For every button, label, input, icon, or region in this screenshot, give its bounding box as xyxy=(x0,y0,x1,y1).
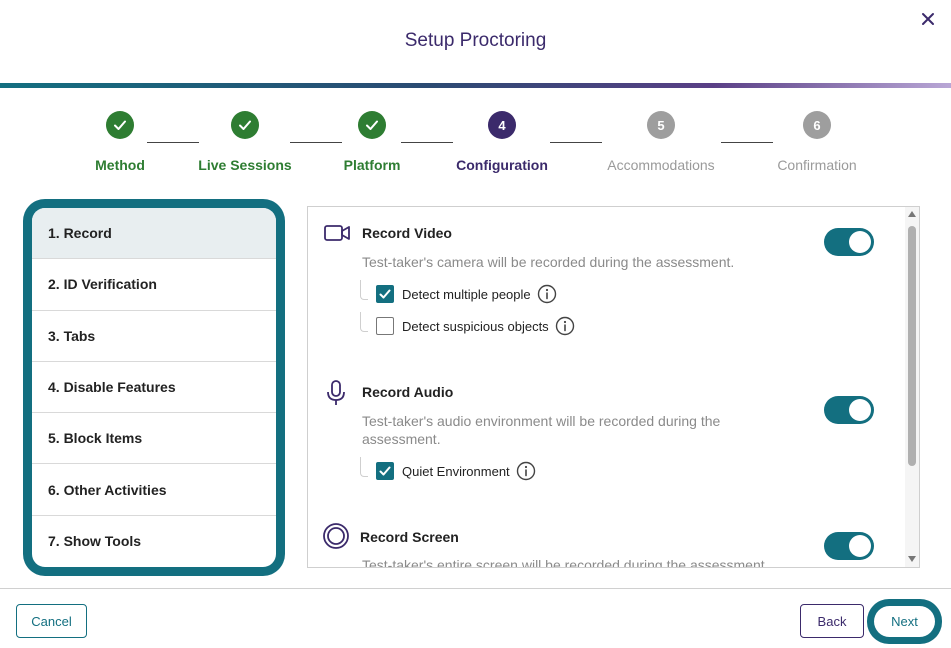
sidebar-item-disable-features[interactable]: 4. Disable Features xyxy=(32,362,276,414)
sidebar-list: 1. Record 2. ID Verification 3. Tabs 4. … xyxy=(32,208,276,567)
record-video-description: Test-taker's camera will be recorded dur… xyxy=(362,254,735,270)
detect-suspicious-objects-option: Detect suspicious objects xyxy=(376,316,575,336)
step-label-method: Method xyxy=(95,157,145,173)
scroll-up-arrow[interactable] xyxy=(908,211,916,217)
sidebar-item-id-verification[interactable]: 2. ID Verification xyxy=(32,259,276,311)
record-screen-title: Record Screen xyxy=(360,529,459,545)
step-connector xyxy=(401,142,453,143)
sidebar-item-tabs[interactable]: 3. Tabs xyxy=(32,311,276,362)
quiet-environment-checkbox[interactable] xyxy=(376,462,394,480)
sidebar: 1. Record 2. ID Verification 3. Tabs 4. … xyxy=(23,199,285,576)
check-icon xyxy=(366,120,378,130)
step-4-indicator: 4 xyxy=(488,111,516,139)
step-label-configuration: Configuration xyxy=(456,157,548,173)
info-icon[interactable] xyxy=(516,461,536,481)
cancel-button[interactable]: Cancel xyxy=(16,604,87,638)
detect-multiple-people-label: Detect multiple people xyxy=(402,286,531,302)
detect-multiple-people-option: Detect multiple people xyxy=(376,284,557,304)
step-3-indicator xyxy=(358,111,386,139)
record-audio-title: Record Audio xyxy=(362,384,454,400)
scroll-thumb[interactable] xyxy=(908,226,916,466)
record-video-title: Record Video xyxy=(362,225,452,241)
microphone-icon xyxy=(322,379,350,407)
check-icon xyxy=(379,289,391,299)
option-bracket xyxy=(360,312,368,332)
footer-divider xyxy=(0,588,951,589)
step-label-confirmation: Confirmation xyxy=(777,157,857,173)
step-5-indicator: 5 xyxy=(647,111,675,139)
close-icon xyxy=(922,13,934,25)
record-screen-toggle[interactable] xyxy=(824,532,874,560)
option-bracket xyxy=(360,280,368,300)
info-icon[interactable] xyxy=(537,284,557,304)
close-button[interactable] xyxy=(917,8,939,30)
step-6-indicator: 6 xyxy=(803,111,831,139)
sidebar-item-show-tools[interactable]: 7. Show Tools xyxy=(32,516,276,567)
quiet-environment-option: Quiet Environment xyxy=(376,461,536,481)
sidebar-item-block-items[interactable]: 5. Block Items xyxy=(32,413,276,465)
record-settings-panel: Record Video Test-taker's camera will be… xyxy=(307,206,920,568)
check-icon xyxy=(239,120,251,130)
info-icon[interactable] xyxy=(555,316,575,336)
scroll-down-arrow[interactable] xyxy=(908,556,916,562)
record-video-toggle[interactable] xyxy=(824,228,874,256)
step-label-accommodations: Accommodations xyxy=(607,157,715,173)
next-button-focus-ring: Next xyxy=(867,599,942,644)
step-connector xyxy=(550,142,602,143)
progress-bar xyxy=(0,83,951,88)
step-2-indicator xyxy=(231,111,259,139)
record-audio-toggle[interactable] xyxy=(824,396,874,424)
record-audio-description: Test-taker's audio environment will be r… xyxy=(362,413,721,447)
step-label-platform: Platform xyxy=(343,157,401,173)
quiet-environment-label: Quiet Environment xyxy=(402,463,510,479)
modal-title: Setup Proctoring xyxy=(404,30,547,51)
next-button[interactable]: Next xyxy=(874,606,935,637)
step-label-live-sessions: Live Sessions xyxy=(198,157,292,173)
back-button[interactable]: Back xyxy=(800,604,864,638)
check-icon xyxy=(379,466,391,476)
panel-scrollbar[interactable] xyxy=(905,207,919,567)
step-connector xyxy=(147,142,199,143)
record-screen-icon xyxy=(322,522,350,550)
sidebar-item-record[interactable]: 1. Record xyxy=(32,208,276,260)
detect-multiple-people-checkbox[interactable] xyxy=(376,285,394,303)
check-icon xyxy=(114,120,126,130)
detect-suspicious-objects-label: Detect suspicious objects xyxy=(402,318,549,334)
sidebar-item-other-activities[interactable]: 6. Other Activities xyxy=(32,464,276,516)
detect-suspicious-objects-checkbox[interactable] xyxy=(376,317,394,335)
video-camera-icon xyxy=(323,219,351,247)
step-connector xyxy=(721,142,773,143)
step-connector xyxy=(290,142,342,143)
option-bracket xyxy=(360,457,368,477)
step-1-indicator xyxy=(106,111,134,139)
record-screen-description: Test-taker's entire screen will be recor… xyxy=(362,557,769,568)
